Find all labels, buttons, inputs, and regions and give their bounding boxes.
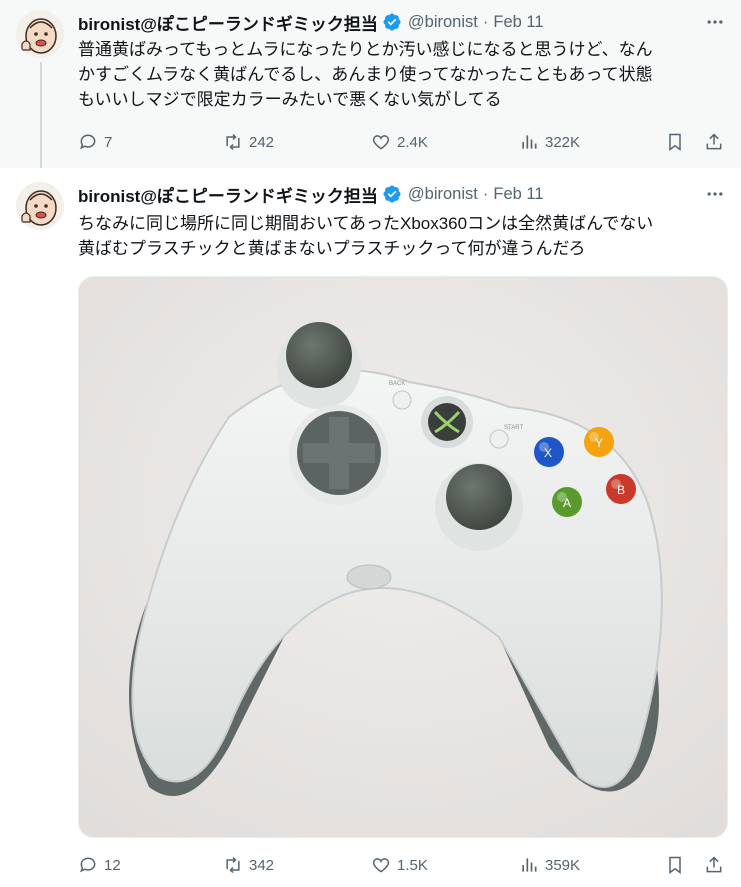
repost-icon: [226, 856, 240, 874]
thread-connector-line: [40, 62, 42, 174]
author-name[interactable]: bironist@ぽこピーランドギミック担当: [78, 182, 378, 207]
views-count: 322K: [545, 133, 581, 151]
views-chart-icon: [522, 858, 537, 872]
views-button[interactable]: 322K: [519, 130, 580, 154]
share-button[interactable]: [704, 130, 724, 154]
tweet-text: ちなみに同じ場所に同じ期間おいてあったXbox360コンは全然黄ばんでない 黄ば…: [78, 214, 654, 258]
share-button[interactable]: [704, 853, 724, 877]
views-button[interactable]: 359K: [519, 853, 580, 877]
tweet-2[interactable]: bironist@ぽこピーランドギミック担当 @bironist · Feb 1…: [0, 168, 741, 887]
verified-badge-icon: [383, 13, 401, 31]
tweet-text: 普通黄ばみってもっとムラになったりとか汚い感じになると思うけど、なん かすごくム…: [78, 40, 653, 109]
share-icon: [706, 856, 722, 873]
repost-icon: [226, 133, 240, 151]
views-count: 359K: [545, 856, 581, 874]
a-button-label: A: [563, 496, 571, 510]
tweet-date[interactable]: Feb 11: [493, 13, 543, 32]
reply-icon: [80, 134, 96, 150]
x-button-label: X: [544, 446, 552, 460]
like-button[interactable]: 1.5K: [371, 853, 428, 877]
repost-button[interactable]: 342: [223, 853, 274, 877]
verified-badge-icon: [383, 185, 401, 203]
like-button[interactable]: 2.4K: [371, 130, 428, 154]
share-icon: [706, 133, 722, 150]
y-button-label: Y: [595, 436, 603, 450]
controller-photo: BACK START X Y A B: [79, 277, 727, 837]
separator-dot: ·: [482, 184, 489, 203]
repost-button[interactable]: 242: [223, 130, 274, 154]
tweet-actions: 7 242 2.4K 322K: [78, 130, 728, 154]
tweet-header: bironist@ぽこピーランドギミック担当 @bironist · Feb 1…: [78, 182, 544, 206]
more-options-icon[interactable]: [703, 10, 727, 34]
bookmark-button[interactable]: [665, 130, 685, 154]
avatar[interactable]: [16, 10, 64, 58]
tweet-1[interactable]: bironist@ぽこピーランドギミック担当 @bironist · Feb 1…: [0, 0, 741, 174]
more-options-icon[interactable]: [703, 182, 727, 206]
views-chart-icon: [522, 135, 537, 149]
bookmark-icon: [669, 133, 681, 151]
heart-icon: [372, 135, 390, 150]
like-count: 2.4K: [397, 133, 428, 151]
like-count: 1.5K: [397, 856, 428, 874]
back-button-label: BACK: [389, 381, 405, 387]
author-handle[interactable]: @bironist: [408, 185, 478, 204]
tweet-date[interactable]: Feb 11: [493, 185, 543, 204]
tweet-actions: 12 342 1.5K 359K: [78, 853, 728, 877]
repost-count: 242: [249, 133, 275, 151]
reply-count: 12: [104, 856, 121, 874]
repost-count: 342: [249, 856, 275, 874]
bookmark-icon: [669, 856, 681, 874]
author-name[interactable]: bironist@ぽこピーランドギミック担当: [78, 10, 378, 35]
reply-count: 7: [104, 133, 113, 151]
reply-button[interactable]: 7: [78, 130, 112, 154]
tweet-photo[interactable]: BACK START X Y A B: [78, 276, 728, 838]
author-handle[interactable]: @bironist: [408, 13, 478, 32]
b-button-label: B: [617, 483, 625, 497]
tweet-header: bironist@ぽこピーランドギミック担当 @bironist · Feb 1…: [78, 10, 544, 34]
separator-dot: ·: [482, 12, 489, 31]
bookmark-button[interactable]: [665, 853, 685, 877]
avatar[interactable]: [16, 182, 64, 230]
start-button-label: START: [504, 425, 523, 431]
heart-icon: [372, 858, 390, 873]
reply-button[interactable]: 12: [78, 853, 121, 877]
reply-icon: [80, 857, 96, 873]
